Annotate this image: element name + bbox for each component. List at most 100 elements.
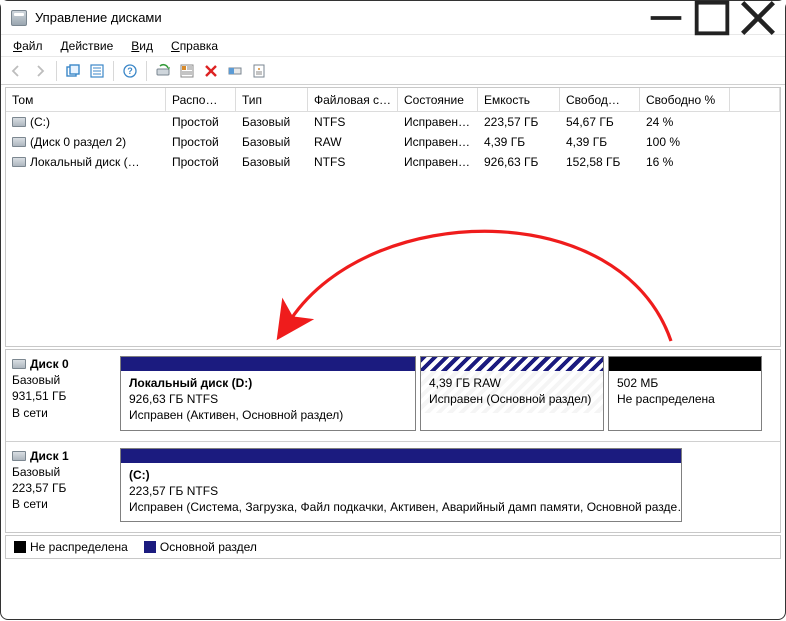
toolbar-sep [146, 61, 147, 81]
disk-graphic-panel: Диск 0 Базовый 931,51 ГБ В сети Локальны… [5, 349, 781, 533]
partition[interactable]: (C:) 223,57 ГБ NTFS Исправен (Система, З… [120, 448, 682, 523]
cell-volume: Локальный диск (… [30, 155, 140, 169]
cell-free: 152,58 ГБ [560, 155, 640, 169]
col-freepct[interactable]: Свободно % [640, 88, 730, 112]
partition-status: Не распределена [617, 391, 753, 407]
col-volume[interactable]: Том [6, 88, 166, 112]
cell-freepct: 100 % [640, 135, 730, 149]
close-button[interactable] [735, 2, 781, 34]
menu-action[interactable]: Действие [53, 37, 122, 55]
disk-icon [12, 451, 26, 461]
cell-fs: RAW [308, 135, 398, 149]
col-layout[interactable]: Распо… [166, 88, 236, 112]
partition-status: Исправен (Система, Загрузка, Файл подкач… [129, 499, 673, 515]
disk-header[interactable]: Диск 0 Базовый 931,51 ГБ В сети [12, 356, 114, 431]
partition-color-bar [121, 449, 681, 463]
cell-layout: Простой [166, 135, 236, 149]
rescan-button[interactable] [152, 60, 174, 82]
x-icon [203, 63, 219, 79]
cell-status: Исправен… [398, 155, 478, 169]
cell-volume: (Диск 0 раздел 2) [30, 135, 126, 149]
partition[interactable]: 4,39 ГБ RAW Исправен (Основной раздел) [420, 356, 604, 431]
props-button[interactable] [86, 60, 108, 82]
table-row[interactable]: (Диск 0 раздел 2) Простой Базовый RAW Ис… [6, 132, 780, 152]
table-header-row: Том Распо… Тип Файловая с… Состояние Емк… [6, 88, 780, 112]
volume-icon [12, 157, 26, 167]
table-row[interactable]: (C:) Простой Базовый NTFS Исправен… 223,… [6, 112, 780, 132]
disk-header[interactable]: Диск 1 Базовый 223,57 ГБ В сети [12, 448, 114, 523]
disk-size: 931,51 ГБ [12, 388, 114, 404]
menu-help[interactable]: Справка [163, 37, 226, 55]
cell-type: Базовый [236, 135, 308, 149]
cell-fs: NTFS [308, 115, 398, 129]
cell-fs: NTFS [308, 155, 398, 169]
minimize-button[interactable] [643, 2, 689, 34]
partition[interactable]: 502 МБ Не распределена [608, 356, 762, 431]
maximize-icon [689, 0, 735, 41]
col-free[interactable]: Свобод… [560, 88, 640, 112]
toolbar-sep [113, 61, 114, 81]
cell-freepct: 16 % [640, 155, 730, 169]
disk-partitions: Локальный диск (D:) 926,63 ГБ NTFS Испра… [120, 356, 774, 431]
disk-name: Диск 0 [30, 356, 69, 372]
toolbar: ? [1, 57, 785, 85]
partition-title: Локальный диск (D:) [129, 375, 407, 391]
partition-size: 4,39 ГБ RAW [429, 375, 595, 391]
partition-color-bar [421, 357, 603, 371]
window-title: Управление дисками [35, 10, 643, 25]
col-spacer [730, 88, 780, 112]
refresh-button[interactable] [62, 60, 84, 82]
disk-block: Диск 1 Базовый 223,57 ГБ В сети (C:) 223… [6, 442, 780, 533]
disk-name: Диск 1 [30, 448, 69, 464]
partition-icon [227, 63, 243, 79]
cell-volume: (C:) [30, 115, 50, 129]
menu-file[interactable]: Файл [5, 37, 51, 55]
arrow-right-icon [32, 63, 48, 79]
partition-status: Исправен (Основной раздел) [429, 391, 595, 407]
arrow-left-icon [8, 63, 24, 79]
partition[interactable]: Локальный диск (D:) 926,63 ГБ NTFS Испра… [120, 356, 416, 431]
rescan-icon [155, 63, 171, 79]
settings-button[interactable] [176, 60, 198, 82]
properties-button[interactable] [248, 60, 270, 82]
nav-back-button[interactable] [5, 60, 27, 82]
delete-button[interactable] [200, 60, 222, 82]
toolbar-sep [56, 61, 57, 81]
nav-forward-button[interactable] [29, 60, 51, 82]
cell-free: 4,39 ГБ [560, 135, 640, 149]
cell-layout: Простой [166, 155, 236, 169]
disk-state: В сети [12, 405, 114, 421]
cell-status: Исправен… [398, 135, 478, 149]
legend-unallocated: Не распределена [14, 540, 128, 554]
col-fs[interactable]: Файловая с… [308, 88, 398, 112]
menu-view[interactable]: Вид [123, 37, 161, 55]
partition-title: (C:) [129, 467, 673, 483]
partition-status: Исправен (Активен, Основной раздел) [129, 407, 407, 423]
disk-type: Базовый [12, 464, 114, 480]
cell-layout: Простой [166, 115, 236, 129]
partition-color-bar [121, 357, 415, 371]
volume-icon [12, 117, 26, 127]
col-status[interactable]: Состояние [398, 88, 478, 112]
partition-button[interactable] [224, 60, 246, 82]
disk-size: 223,57 ГБ [12, 480, 114, 496]
sheet-icon [89, 63, 105, 79]
window-buttons [643, 2, 781, 34]
table-row[interactable]: Локальный диск (… Простой Базовый NTFS И… [6, 152, 780, 172]
partition-size: 926,63 ГБ NTFS [129, 391, 407, 407]
titlebar: Управление дисками [1, 1, 785, 35]
cell-status: Исправен… [398, 115, 478, 129]
properties-icon [251, 63, 267, 79]
cell-capacity: 926,63 ГБ [478, 155, 560, 169]
cell-capacity: 4,39 ГБ [478, 135, 560, 149]
disk-mgmt-icon [11, 10, 27, 26]
help-button[interactable]: ? [119, 60, 141, 82]
settings-list-icon [179, 63, 195, 79]
cell-free: 54,67 ГБ [560, 115, 640, 129]
col-type[interactable]: Тип [236, 88, 308, 112]
cell-capacity: 223,57 ГБ [478, 115, 560, 129]
maximize-button[interactable] [689, 2, 735, 34]
help-icon: ? [122, 63, 138, 79]
col-capacity[interactable]: Емкость [478, 88, 560, 112]
volume-table: Том Распо… Тип Файловая с… Состояние Емк… [5, 87, 781, 347]
